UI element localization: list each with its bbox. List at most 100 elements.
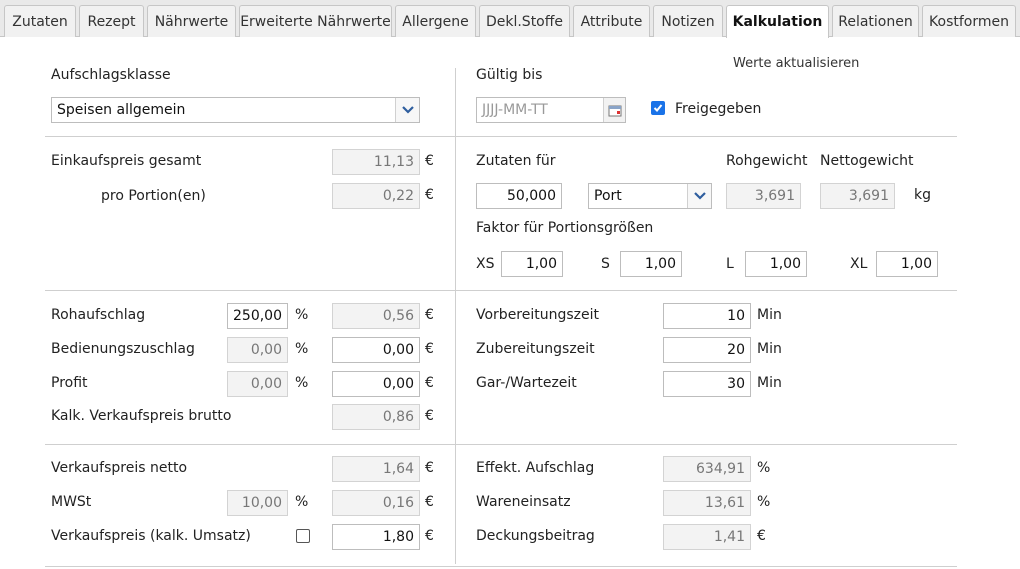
kalk-umsatz-checkbox[interactable]: [296, 529, 310, 543]
tab-kostformen[interactable]: Kostformen: [922, 5, 1016, 37]
tab-allergene[interactable]: Allergene: [395, 5, 476, 37]
vorbereitungszeit-input[interactable]: 10: [663, 303, 751, 329]
size-xs-label: XS: [476, 256, 495, 272]
tab-label: Attribute: [580, 13, 643, 30]
tab-naehrwerte[interactable]: Nährwerte: [147, 5, 236, 37]
size-l-input[interactable]: 1,00: [745, 251, 807, 277]
zubereitungszeit-label: Zubereitungszeit: [476, 341, 595, 357]
calendar-icon[interactable]: [603, 98, 625, 122]
nettogewicht-label: Nettogewicht: [820, 153, 914, 169]
verkaufspreis-kalk-umsatz-input[interactable]: 1,80: [332, 524, 420, 550]
gueltig-bis-label: Gültig bis: [476, 67, 543, 83]
currency-unit: €: [425, 375, 434, 391]
portion-unit-value: Port: [594, 188, 622, 204]
freigegeben-label: Freigegeben: [675, 101, 762, 117]
pro-portion-value: 0,22: [332, 183, 420, 209]
aufschlagsklasse-label: Aufschlagsklasse: [51, 67, 171, 83]
currency-unit: €: [757, 528, 766, 544]
percent-unit: %: [757, 460, 771, 476]
nettogewicht-value: 3,691: [820, 183, 895, 209]
currency-unit: €: [425, 494, 434, 510]
gueltig-bis-input[interactable]: JJJJ-MM-TT: [476, 97, 626, 123]
faktor-portionsgroessen-label: Faktor für Portionsgrößen: [476, 220, 654, 236]
rohaufschlag-label: Rohaufschlag: [51, 307, 146, 323]
verkaufspreis-kalk-umsatz-label: Verkaufspreis (kalk. Umsatz): [51, 528, 251, 544]
einkaufspreis-gesamt-value: 11,13: [332, 149, 420, 175]
freigegeben-checkbox[interactable]: [651, 101, 665, 115]
bedienungszuschlag-euro-input[interactable]: 0,00: [332, 337, 420, 363]
tab-label: Dekl.Stoffe: [485, 13, 564, 30]
chevron-down-icon[interactable]: [395, 98, 419, 122]
tab-relationen[interactable]: Relationen: [832, 5, 919, 37]
tab-label: Relationen: [838, 13, 913, 30]
currency-unit: €: [425, 307, 434, 323]
currency-unit: €: [425, 341, 434, 357]
kalk-verkaufspreis-brutto-value: 0,86: [332, 404, 420, 430]
percent-unit: %: [757, 494, 771, 510]
tab-bar: Zutaten Rezept Nährwerte Erweiterte Nähr…: [0, 0, 1020, 38]
effekt-aufschlag-value: 634,91: [663, 456, 751, 482]
minutes-unit: Min: [757, 375, 782, 391]
tab-label: Allergene: [402, 13, 469, 30]
tab-attribute[interactable]: Attribute: [573, 5, 650, 37]
percent-unit: %: [295, 375, 309, 391]
tab-label: Kostformen: [929, 13, 1009, 30]
size-xl-label: XL: [850, 256, 868, 272]
size-s-label: S: [601, 256, 610, 272]
chevron-down-icon[interactable]: [687, 184, 711, 208]
zubereitungszeit-input[interactable]: 20: [663, 337, 751, 363]
wareneinsatz-label: Wareneinsatz: [476, 494, 571, 510]
size-xs-input[interactable]: 1,00: [501, 251, 563, 277]
gueltig-bis-placeholder: JJJJ-MM-TT: [482, 102, 548, 118]
tab-label: Kalkulation: [732, 14, 823, 30]
section-divider: [45, 136, 957, 137]
zutaten-fuer-label: Zutaten für: [476, 153, 556, 169]
aufschlagsklasse-value: Speisen allgemein: [57, 102, 186, 118]
tab-label: Notizen: [661, 13, 715, 30]
tab-rezept[interactable]: Rezept: [79, 5, 144, 37]
zutaten-menge-input[interactable]: 50,000: [476, 183, 562, 209]
mwst-label: MWSt: [51, 494, 92, 510]
werte-aktualisieren-link[interactable]: Werte aktualisieren: [733, 55, 859, 73]
wareneinsatz-value: 13,61: [663, 490, 751, 516]
rohgewicht-label: Rohgewicht: [726, 153, 808, 169]
effekt-aufschlag-label: Effekt. Aufschlag: [476, 460, 595, 476]
gar-wartezeit-input[interactable]: 30: [663, 371, 751, 397]
currency-unit: €: [425, 528, 434, 544]
currency-unit: €: [425, 187, 434, 203]
aufschlagsklasse-select[interactable]: Speisen allgemein: [51, 97, 420, 123]
minutes-unit: Min: [757, 307, 782, 323]
weight-unit: kg: [914, 187, 931, 203]
deckungsbeitrag-value: 1,41: [663, 524, 751, 550]
profit-euro-input[interactable]: 0,00: [332, 371, 420, 397]
deckungsbeitrag-label: Deckungsbeitrag: [476, 528, 595, 544]
minutes-unit: Min: [757, 341, 782, 357]
kalk-verkaufspreis-brutto-label: Kalk. Verkaufspreis brutto: [51, 408, 232, 424]
section-divider: [45, 444, 957, 445]
currency-unit: €: [425, 153, 434, 169]
tab-dekl-stoffe[interactable]: Dekl.Stoffe: [479, 5, 570, 37]
tab-zutaten[interactable]: Zutaten: [4, 5, 76, 37]
rohaufschlag-percent-input[interactable]: 250,00: [227, 303, 288, 329]
size-xl-input[interactable]: 1,00: [876, 251, 938, 277]
percent-unit: %: [295, 307, 309, 323]
profit-label: Profit: [51, 375, 88, 391]
percent-unit: %: [295, 494, 309, 510]
tab-erweiterte-naehrwerte[interactable]: Erweiterte Nährwerte: [239, 5, 392, 37]
mwst-euro-value: 0,16: [332, 490, 420, 516]
portion-unit-select[interactable]: Port: [588, 183, 712, 209]
size-s-input[interactable]: 1,00: [620, 251, 682, 277]
tab-notizen[interactable]: Notizen: [653, 5, 723, 37]
tab-kalkulation[interactable]: Kalkulation: [726, 5, 829, 38]
profit-percent-value: 0,00: [227, 371, 288, 397]
einkaufspreis-gesamt-label: Einkaufspreis gesamt: [51, 153, 202, 169]
tab-label: Rezept: [87, 13, 136, 30]
gar-wartezeit-label: Gar-/Wartezeit: [476, 375, 577, 391]
rohaufschlag-euro-value: 0,56: [332, 303, 420, 329]
bedienungszuschlag-percent-value: 0,00: [227, 337, 288, 363]
section-divider: [45, 566, 957, 567]
pro-portion-label: pro Portion(en): [101, 188, 206, 204]
verkaufspreis-netto-label: Verkaufspreis netto: [51, 460, 188, 476]
size-l-label: L: [726, 256, 734, 272]
vorbereitungszeit-label: Vorbereitungszeit: [476, 307, 600, 323]
